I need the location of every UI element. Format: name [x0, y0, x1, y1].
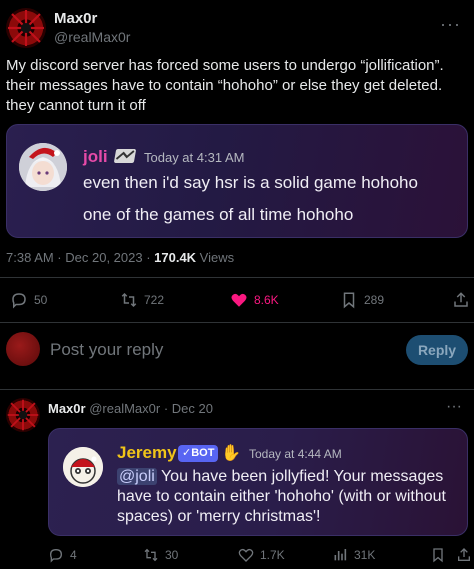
reply-retweet-count: 30 — [165, 548, 179, 562]
discord-embed-jeremy: Jeremy ✓BOT ✋ Today at 4:44 AM @joli You… — [48, 428, 468, 536]
retweet-count: 722 — [144, 293, 165, 307]
reply-icon — [48, 547, 64, 563]
current-user-avatar[interactable] — [6, 332, 40, 366]
joli-role-icon — [113, 149, 137, 163]
reply-bookmark-action[interactable] — [430, 547, 446, 563]
share-action[interactable] — [452, 291, 470, 309]
jeremy-avatar — [63, 447, 103, 487]
retweet-icon — [143, 547, 159, 563]
joli-message-line2: one of the games of all time hohoho — [83, 205, 354, 224]
reply-button[interactable]: Reply — [406, 335, 468, 365]
reply-reply-count: 4 — [70, 548, 77, 562]
tweet-text: My discord server has forced some users … — [6, 57, 444, 114]
views-label: Views — [196, 250, 235, 265]
bookmark-icon — [430, 547, 446, 563]
reply-author-name[interactable]: Max0r — [48, 401, 86, 416]
heart-icon — [238, 547, 254, 563]
reply-icon — [10, 291, 28, 309]
share-icon — [452, 291, 470, 309]
divider — [0, 389, 474, 390]
bot-badge: ✓BOT — [178, 445, 219, 462]
heart-filled-icon — [230, 291, 248, 309]
retweet-icon — [120, 291, 138, 309]
bookmark-action[interactable]: 289 — [340, 291, 384, 309]
reply-input[interactable]: Post your reply — [50, 340, 163, 360]
jeremy-message-text: You have been jollyfied! Your messages h… — [117, 468, 446, 525]
reply-share-action[interactable] — [456, 547, 472, 563]
views-count: 170.4K — [154, 250, 197, 265]
author-handle[interactable]: @realMax0r — [54, 29, 130, 45]
reply-retweet-action[interactable]: 30 — [143, 547, 178, 563]
joli-avatar — [19, 143, 67, 191]
divider — [0, 277, 474, 278]
hand-emoji-icon: ✋ — [221, 445, 241, 462]
jeremy-message: @joli You have been jollyfied! Your mess… — [117, 467, 457, 527]
like-action[interactable]: 8.6K — [230, 291, 279, 309]
share-icon — [456, 547, 472, 563]
jeremy-username: Jeremy — [117, 443, 177, 462]
author-name[interactable]: Max0r — [54, 10, 97, 27]
reply-header: Max0r @realMax0r · Dec 20 — [48, 401, 213, 416]
joli-username: joli — [83, 147, 108, 166]
reply-views-action[interactable]: 31K — [332, 547, 375, 563]
bookmark-icon — [340, 291, 358, 309]
reply-reply-action[interactable]: 4 — [48, 547, 77, 563]
views-chart-icon — [332, 547, 348, 563]
author-avatar[interactable] — [6, 8, 46, 48]
more-options-icon[interactable]: ··· — [440, 14, 461, 35]
jeremy-timestamp: Today at 4:44 AM — [249, 447, 342, 461]
reply-count: 50 — [34, 293, 48, 307]
reply-like-count: 1.7K — [260, 548, 285, 562]
reply-action[interactable]: 50 — [10, 291, 47, 309]
joli-timestamp: Today at 4:31 AM — [144, 150, 245, 165]
divider — [0, 322, 474, 323]
bookmark-count: 289 — [364, 293, 385, 307]
reply-actions: 4 30 1.7K 31K — [48, 546, 472, 564]
tweet-actions: 50 722 8.6K 289 — [10, 290, 470, 310]
timeline: Max0r @realMax0r ··· My discord server h… — [0, 0, 474, 569]
discord-embed-joli: joli Today at 4:31 AM even then i'd say … — [6, 124, 468, 238]
reply-author-handle[interactable]: @realMax0r — [89, 401, 160, 416]
joli-message-line1: even then i'd say hsr is a solid game ho… — [83, 173, 418, 192]
reply-views-count: 31K — [354, 548, 376, 562]
reply-like-action[interactable]: 1.7K — [238, 547, 285, 563]
mention[interactable]: @joli — [117, 468, 157, 485]
retweet-action[interactable]: 722 — [120, 291, 164, 309]
tweet-timestamp[interactable]: 7:38 AM · Dec 20, 2023 · — [6, 250, 154, 265]
like-count: 8.6K — [254, 293, 279, 307]
tweet-meta: 7:38 AM · Dec 20, 2023 · 170.4K Views — [6, 250, 234, 265]
reply-date[interactable]: · Dec 20 — [164, 401, 213, 416]
reply-author-avatar[interactable] — [6, 398, 40, 432]
reply-more-options-icon[interactable]: ··· — [446, 398, 462, 416]
